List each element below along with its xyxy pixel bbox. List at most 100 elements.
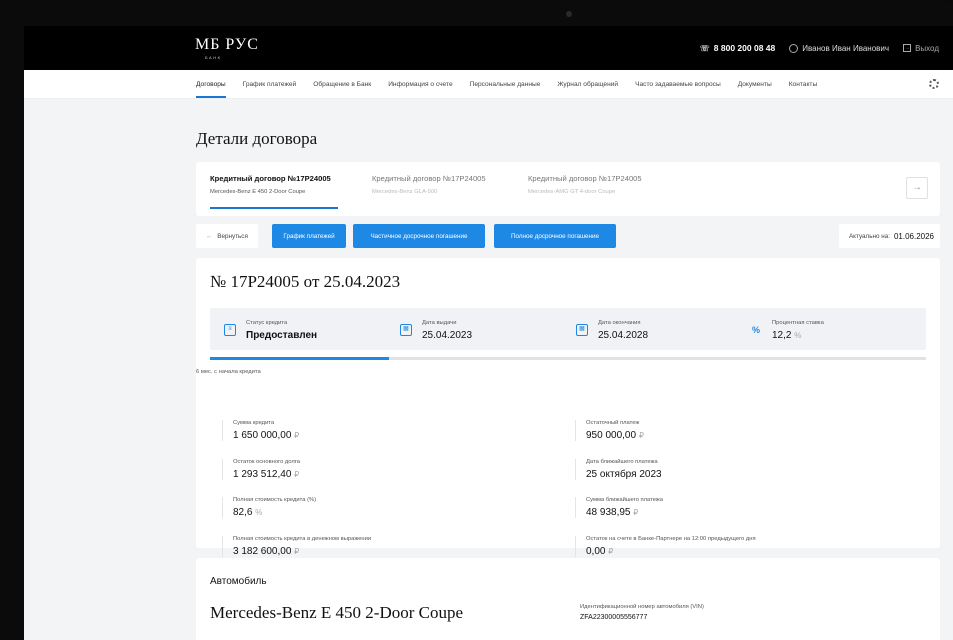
bank-logo[interactable]: МБ РУС БАНК: [195, 35, 259, 60]
percent-icon: %: [751, 325, 760, 335]
actual-date-value: 01.06.2026: [893, 231, 934, 241]
logout-label: Выход: [915, 43, 939, 53]
contract-info-strip: ≡ Статус кредита Предоставлен ▦ Дата выд…: [210, 308, 926, 350]
phone-number: 8 800 200 08 48: [713, 43, 776, 53]
progress-caption: 6 мес. с начала кредита: [196, 369, 261, 375]
nav-item-contacts[interactable]: Контакты: [789, 70, 817, 99]
issue-date-label: Дата выдачи: [422, 320, 457, 326]
end-date-value: 25.04.2028: [598, 330, 649, 341]
nav-item-schedule[interactable]: График платежей: [243, 70, 297, 99]
rate-value: 12,2: [772, 330, 792, 341]
device-frame: МБ РУС БАНК ☏ 8 800 200 08 48 Иванов Ива…: [0, 0, 953, 640]
detail-label: Полная стоимость кредита (%): [233, 497, 317, 503]
issue-date-value: 25.04.2023: [422, 330, 473, 341]
actual-label: Актуально на:: [848, 232, 890, 240]
vin-block: Идентификационной номер автомобиля (VIN)…: [580, 604, 704, 621]
contract-tab-1[interactable]: Кредитный договор №17P24005 Mercedes-Ben…: [210, 174, 338, 209]
nav-item-faq[interactable]: Часто задаваемые вопросы: [635, 70, 721, 99]
back-button[interactable]: ← Вернуться: [196, 224, 258, 248]
detail-item: Сумма кредита 1 650 000,00 ₽: [222, 420, 299, 441]
car-model: Mercedes-Benz E 450 2-Door Coupe: [210, 603, 464, 622]
top-bar: МБ РУС БАНК ☏ 8 800 200 08 48 Иванов Ива…: [24, 26, 953, 70]
status-cell: ≡ Статус кредита Предоставлен: [224, 320, 317, 341]
user-icon: [789, 43, 799, 53]
logo-subtext: БАНК: [205, 54, 222, 60]
detail-unit: ₽: [638, 431, 644, 440]
detail-value: 950 000,00: [586, 430, 637, 441]
main-nav: Договоры График платежей Обращение в Бан…: [24, 70, 953, 99]
end-date-label: Дата окончания: [598, 320, 641, 326]
detail-item: Остаток на счете в Банке-Партнере на 12:…: [575, 536, 756, 557]
detail-item: Остаток основного долга 1 293 512,40 ₽: [222, 459, 300, 480]
nav-item-appeal[interactable]: Обращение в Банк: [313, 70, 371, 99]
nav-item-account-info[interactable]: Информация о счете: [388, 70, 452, 99]
nav-item-contracts[interactable]: Договоры: [196, 70, 226, 99]
schedule-button[interactable]: График платежей: [272, 224, 346, 248]
status-value: Предоставлен: [246, 330, 318, 341]
page-title: Детали договора: [196, 129, 318, 148]
document-icon: ≡: [224, 324, 236, 336]
end-date-cell: ▦ Дата окончания 25.04.2028: [576, 320, 648, 341]
user-profile[interactable]: Иванов Иван Иванович: [789, 43, 890, 53]
detail-label: Остаток основного долга: [233, 459, 301, 465]
camera-dot: [566, 11, 572, 17]
contract-tab-title: Кредитный договор №17P24005: [528, 174, 642, 183]
contract-tab-car: Mercedes-Benz E 450 2-Door Coupe: [210, 189, 306, 195]
detail-value-wrap: 1 650 000,00 ₽: [233, 430, 299, 441]
back-label: Вернуться: [217, 232, 248, 240]
detail-item: Сумма ближайшего платежа 48 938,95 ₽: [575, 497, 663, 518]
detail-value: 3 182 600,00: [233, 546, 292, 557]
car-card: Автомобиль Mercedes-Benz E 450 2-Door Co…: [196, 558, 940, 640]
user-name: Иванов Иван Иванович: [802, 43, 890, 53]
detail-value-wrap: 1 293 512,40 ₽: [233, 469, 300, 480]
arrow-left-icon: ←: [206, 232, 213, 240]
logo-text: МБ РУС: [195, 35, 259, 53]
calendar-icon: ▦: [400, 324, 412, 336]
detail-label: Дата ближайшего платежа: [586, 459, 658, 465]
phone-link[interactable]: ☏ 8 800 200 08 48: [700, 43, 775, 53]
gear-icon[interactable]: [929, 79, 939, 89]
contract-tab-title: Кредитный договор №17P24005: [210, 174, 331, 183]
top-right-area: ☏ 8 800 200 08 48 Иванов Иван Иванович →…: [700, 26, 939, 70]
detail-item: Остаточный платеж 950 000,00 ₽: [575, 420, 644, 441]
partial-repayment-button[interactable]: Частичное досрочное погашение: [353, 224, 485, 248]
contract-tab-3[interactable]: Кредитный договор №17P24005 Mercedes-AMG…: [528, 174, 642, 195]
detail-value: 1 293 512,40: [233, 469, 292, 480]
nav-item-appeals-log[interactable]: Журнал обращений: [557, 70, 618, 99]
detail-label: Сумма кредита: [233, 420, 275, 426]
car-heading: Автомобиль: [210, 576, 267, 587]
loan-progress-bar: [210, 357, 926, 360]
full-repayment-button[interactable]: Полное досрочное погашение: [494, 224, 616, 248]
contracts-tabs: Кредитный договор №17P24005 Mercedes-Ben…: [196, 162, 940, 216]
calendar-end-icon: ▦: [576, 324, 588, 336]
detail-value-wrap: 0,00 ₽: [586, 546, 756, 557]
loan-progress-fill: [210, 357, 389, 360]
nav-item-personal-data[interactable]: Персональные данные: [470, 70, 541, 99]
detail-unit: %: [255, 508, 263, 517]
detail-value-wrap: 48 938,95 ₽: [586, 507, 663, 518]
actual-date: Актуально на: 01.06.2026: [838, 224, 940, 248]
detail-value-wrap: 950 000,00 ₽: [586, 430, 644, 441]
contract-tab-2[interactable]: Кредитный договор №17P24005 Mercedes-Ben…: [372, 174, 486, 195]
rate-value-wrap: 12,2 %: [772, 330, 824, 341]
detail-unit: ₽: [608, 547, 614, 556]
detail-unit: ₽: [294, 470, 300, 479]
phone-icon: ☏: [699, 43, 710, 53]
detail-item: Полная стоимость кредита (%) 82,6 %: [222, 497, 316, 518]
rate-cell: % Процентная ставка 12,2 %: [750, 320, 824, 341]
detail-value-wrap: 25 октября 2023: [586, 469, 662, 480]
vin-label: Идентификационной номер автомобиля (VIN): [580, 604, 704, 610]
detail-value: 1 650 000,00: [233, 430, 292, 441]
detail-value: 48 938,95: [586, 507, 631, 518]
detail-unit: ₽: [633, 508, 639, 517]
detail-unit: ₽: [294, 547, 300, 556]
detail-value-wrap: 82,6 %: [233, 507, 316, 518]
detail-unit: ₽: [294, 431, 300, 440]
next-contract-button[interactable]: →: [906, 177, 928, 199]
logout-button[interactable]: → Выход: [903, 44, 939, 53]
detail-label: Остаточный платеж: [586, 420, 640, 426]
detail-item: Полная стоимость кредита в денежном выра…: [222, 536, 371, 557]
nav-item-documents[interactable]: Документы: [738, 70, 772, 99]
rate-label: Процентная ставка: [772, 320, 824, 326]
detail-label: Полная стоимость кредита в денежном выра…: [233, 536, 372, 542]
